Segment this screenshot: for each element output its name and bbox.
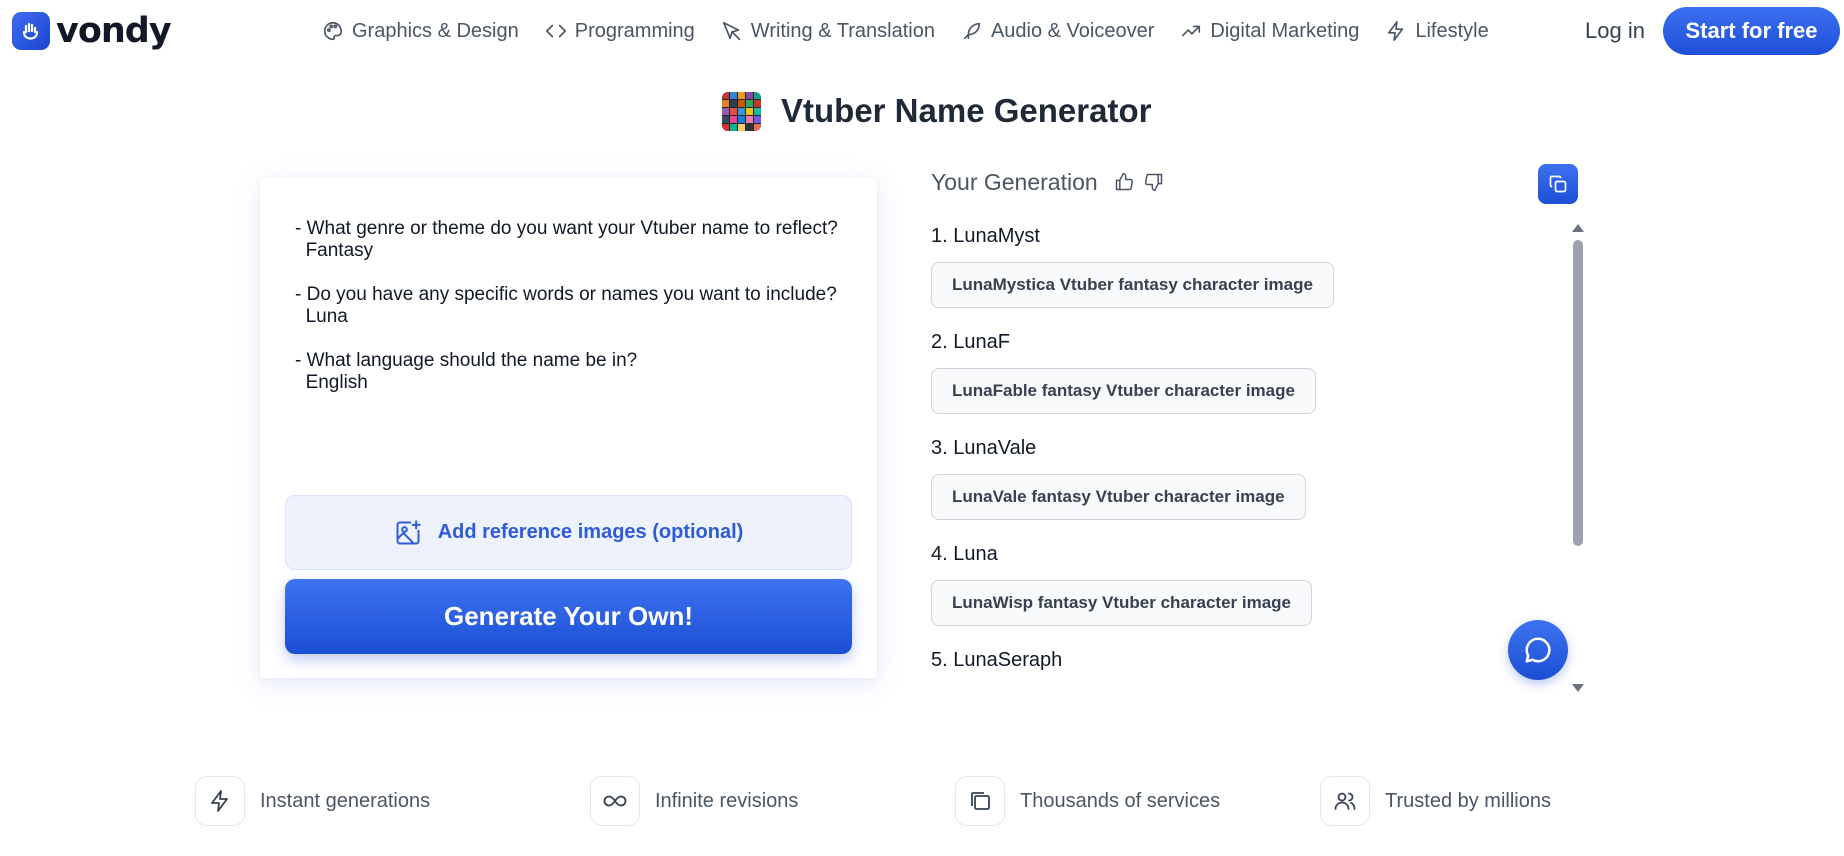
nav-writing-translation[interactable]: Writing & Translation (721, 19, 935, 43)
category-nav: Graphics & Design Programming Writing & … (322, 19, 1515, 43)
thumbs-down-icon[interactable] (1144, 172, 1164, 192)
result-name: 3. LunaVale (931, 437, 1037, 459)
copy-icon (1549, 175, 1567, 193)
nav-label: Digital Marketing (1210, 20, 1360, 42)
scroll-up-arrow[interactable] (1572, 224, 1584, 232)
feature-label: Trusted by millions (1385, 789, 1551, 812)
generation-header: Your Generation (931, 168, 1164, 196)
page-title: Vtuber Name Generator (781, 92, 1152, 129)
add-reference-images-label: Add reference images (optional) (437, 521, 744, 543)
add-reference-images-button[interactable]: Add reference images (optional) (285, 495, 852, 570)
bolt-icon (1388, 21, 1404, 41)
nav-digital-marketing[interactable]: Digital Marketing (1180, 19, 1359, 43)
nav-label: Lifestyle (1415, 20, 1489, 42)
generator-thumbnail-icon (722, 91, 761, 131)
result-item: 1. LunaMyst LunaMystica Vtuber fantasy c… (931, 224, 1571, 330)
chat-button[interactable] (1508, 620, 1568, 680)
feature-label: Thousands of services (1020, 789, 1221, 812)
scroll-down-arrow[interactable] (1572, 684, 1584, 692)
result-item: 5. LunaSeraph (931, 648, 1571, 672)
feature-thousands-of-services: Thousands of services (955, 776, 1220, 826)
hand-wave-logo-icon (12, 12, 50, 50)
result-item: 4. Luna LunaWisp fantasy Vtuber characte… (931, 542, 1571, 648)
start-for-free-button[interactable]: Start for free (1663, 7, 1840, 55)
feature-infinite-revisions: Infinite revisions (590, 776, 798, 826)
feature-label: Infinite revisions (655, 789, 799, 812)
code-icon (545, 24, 566, 38)
nav-label: Writing & Translation (750, 20, 935, 42)
nav-label: Programming (574, 20, 695, 42)
feather-icon (963, 22, 981, 40)
nav-lifestyle[interactable]: Lifestyle (1385, 19, 1489, 43)
chat-bubble-icon (1525, 637, 1551, 663)
infinity-icon (590, 776, 640, 826)
bolt-icon (195, 776, 245, 826)
vondy-logo[interactable]: vondy (12, 11, 172, 51)
result-image-button[interactable]: LunaFable fantasy Vtuber character image (931, 368, 1316, 414)
prompt-textarea[interactable]: - What genre or theme do you want your V… (295, 218, 855, 394)
trend-up-icon (1182, 25, 1201, 37)
result-name: 4. Luna (931, 543, 998, 565)
nav-graphics-design[interactable]: Graphics & Design (322, 19, 519, 43)
brand-name: vondy (56, 11, 172, 51)
result-name: 5. LunaSeraph (931, 649, 1063, 671)
palette-icon (324, 21, 343, 41)
scrollbar-thumb[interactable] (1573, 240, 1583, 546)
prompt-card: - What genre or theme do you want your V… (260, 178, 877, 678)
copy-output-button[interactable] (1538, 164, 1578, 204)
generation-title: Your Generation (931, 169, 1098, 195)
feature-label: Instant generations (260, 789, 431, 812)
login-link[interactable]: Log in (1585, 19, 1645, 43)
result-image-button[interactable]: LunaWisp fantasy Vtuber character image (931, 580, 1313, 626)
result-item: 2. LunaF LunaFable fantasy Vtuber charac… (931, 330, 1571, 436)
generate-button[interactable]: Generate Your Own! (285, 579, 852, 654)
copies-icon (955, 776, 1005, 826)
image-add-icon (396, 519, 421, 544)
users-icon (1320, 776, 1370, 826)
top-nav-bar: vondy Graphics & Design Programming Writ… (0, 0, 1844, 62)
generation-results[interactable]: 1. LunaMyst LunaMystica Vtuber fantasy c… (931, 224, 1571, 698)
result-name: 2. LunaF (931, 331, 1010, 353)
nav-label: Graphics & Design (352, 20, 519, 42)
result-image-button[interactable]: LunaMystica Vtuber fantasy character ima… (931, 262, 1334, 308)
result-item: 3. LunaVale LunaVale fantasy Vtuber char… (931, 436, 1571, 542)
result-name: 1. LunaMyst (931, 225, 1040, 247)
pen-nib-icon (722, 21, 740, 41)
page-header: Vtuber Name Generator (722, 91, 1151, 131)
feature-trusted-by-millions: Trusted by millions (1320, 776, 1551, 826)
thumbs-up-icon[interactable] (1114, 172, 1134, 192)
result-image-button[interactable]: LunaVale fantasy Vtuber character image (931, 474, 1306, 520)
nav-audio-voiceover[interactable]: Audio & Voiceover (961, 19, 1154, 43)
feature-instant-generations: Instant generations (195, 776, 430, 826)
nav-programming[interactable]: Programming (545, 19, 695, 43)
nav-label: Audio & Voiceover (990, 20, 1155, 42)
